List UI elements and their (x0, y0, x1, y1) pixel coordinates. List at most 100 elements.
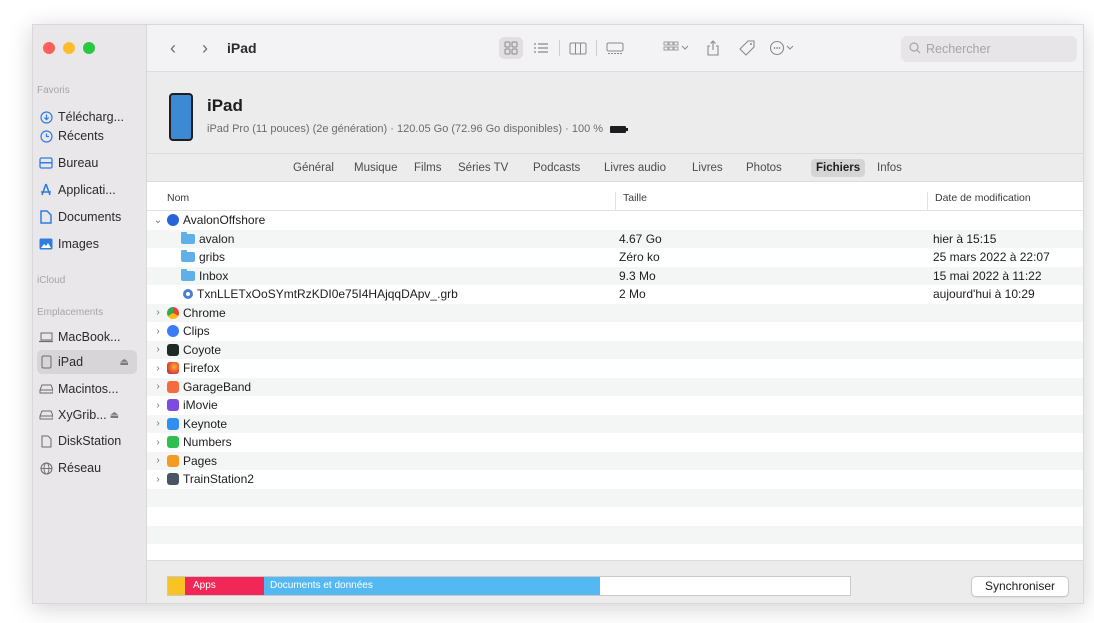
tab-podcasts[interactable]: Podcasts (528, 159, 585, 177)
sidebar-item-images[interactable]: Images (37, 232, 137, 256)
sidebar-item-documents[interactable]: Documents (37, 205, 137, 229)
document-icon (39, 210, 53, 224)
column-headers: Nom Taille Date de modification (147, 182, 1083, 211)
column-header-date[interactable]: Date de modification (935, 192, 1031, 204)
server-icon (39, 434, 53, 448)
sidebar-item-xygrib[interactable]: XyGrib... ⏏ (37, 403, 137, 427)
device-details: iPad Pro (11 pouces) (2e génération) · 1… (207, 123, 604, 135)
sidebar-section-favoris: Favoris (37, 85, 70, 96)
tab-films[interactable]: Films (409, 159, 446, 177)
sync-button[interactable]: Synchroniser (971, 576, 1069, 597)
table-row-gribs[interactable]: gribs Zéro ko 25 mars 2022 à 22:07 (147, 248, 1083, 267)
disclosure-closed-icon[interactable]: › (153, 418, 163, 429)
disclosure-open-icon[interactable]: ⌄ (153, 215, 163, 226)
sidebar-item-bureau[interactable]: Bureau (37, 151, 137, 175)
garageband-app-icon (167, 380, 179, 393)
sidebar-item-label: Documents (58, 210, 122, 224)
disclosure-closed-icon[interactable]: › (153, 307, 163, 318)
folder-icon (181, 268, 195, 281)
toolbar-actions (499, 37, 795, 59)
column-divider[interactable] (615, 192, 616, 210)
table-row-chrome[interactable]: › Chrome (147, 303, 1083, 322)
ipad-icon (39, 355, 53, 369)
sidebar-item-diskstation[interactable]: DiskStation (37, 429, 137, 453)
table-row-grb-file[interactable]: TxnLLETxOoSYmtRzKDI0e75I4HAjqqDApv_.grb … (147, 285, 1083, 304)
disk-icon (39, 408, 53, 422)
column-header-size[interactable]: Taille (623, 192, 647, 204)
eject-icon[interactable]: ⏏ (110, 410, 119, 421)
table-row-numbers[interactable]: › Numbers (147, 433, 1083, 452)
tab-infos[interactable]: Infos (872, 159, 907, 177)
disclosure-closed-icon[interactable]: › (153, 474, 163, 485)
folder-icon (181, 250, 195, 262)
tab-series-tv[interactable]: Séries TV (453, 159, 513, 177)
pages-app-icon (167, 454, 179, 467)
column-view-icon[interactable] (566, 37, 590, 59)
sidebar-item-recents[interactable]: Récents (37, 124, 137, 148)
grib-file-icon (183, 289, 193, 299)
table-row-coyote[interactable]: › Coyote (147, 340, 1083, 359)
table-row-clips[interactable]: › Clips (147, 322, 1083, 341)
table-row-inbox[interactable]: Inbox 9.3 Mo 15 mai 2022 à 11:22 (147, 266, 1083, 285)
imovie-app-icon (167, 399, 179, 411)
icon-view-icon[interactable] (499, 37, 523, 59)
table-row-avalon[interactable]: avalon 4.67 Go hier à 15:15 (147, 229, 1083, 248)
sidebar-item-ipad[interactable]: iPad ⏏ (37, 350, 137, 374)
sidebar-item-reseau[interactable]: Réseau (37, 456, 137, 480)
sidebar-item-macbook[interactable]: MacBook... (37, 325, 137, 349)
group-by-icon[interactable] (663, 37, 689, 59)
back-button[interactable]: ‹ (161, 38, 185, 59)
eject-icon[interactable]: ⏏ (120, 357, 129, 368)
ipad-device-icon (169, 93, 193, 141)
table-row-imovie[interactable]: › iMovie (147, 396, 1083, 415)
tab-general[interactable]: Général (288, 159, 339, 177)
sidebar-item-label: Images (58, 237, 99, 251)
numbers-app-icon (167, 436, 179, 448)
disclosure-closed-icon[interactable]: › (153, 363, 163, 374)
file-list: Nom Taille Date de modification ⌄ AvalonO… (147, 182, 1083, 560)
empty-row (147, 525, 1083, 544)
share-icon[interactable] (701, 37, 725, 59)
table-row-pages[interactable]: › Pages (147, 451, 1083, 470)
table-row-avalonoffshore[interactable]: ⌄ AvalonOffshore (147, 211, 1083, 230)
keynote-app-icon (167, 417, 179, 430)
empty-row (147, 488, 1083, 507)
window-title: iPad (227, 40, 257, 56)
disclosure-closed-icon[interactable]: › (153, 344, 163, 355)
disclosure-closed-icon[interactable]: › (153, 455, 163, 466)
firefox-app-icon (167, 362, 179, 374)
table-row-garageband[interactable]: › GarageBand (147, 377, 1083, 396)
zoom-button[interactable] (83, 42, 95, 54)
list-view-icon[interactable] (529, 37, 553, 59)
disclosure-closed-icon[interactable]: › (153, 326, 163, 337)
disclosure-closed-icon[interactable]: › (153, 437, 163, 448)
column-header-name[interactable]: Nom (167, 192, 189, 204)
table-row-trainstation2[interactable]: › TrainStation2 (147, 470, 1083, 489)
tag-icon[interactable] (735, 37, 759, 59)
tab-bar: Général Musique Films Séries TV Podcasts… (147, 154, 1083, 182)
tab-livres-audio[interactable]: Livres audio (599, 159, 671, 177)
column-divider[interactable] (927, 192, 928, 210)
toolbar: ‹ › iPad Rechercher (147, 25, 1083, 72)
sidebar-item-applications[interactable]: Applicati... (37, 178, 137, 202)
gallery-view-icon[interactable] (603, 37, 627, 59)
tab-fichiers[interactable]: Fichiers (811, 159, 866, 177)
laptop-icon (39, 330, 53, 344)
disclosure-closed-icon[interactable]: › (153, 381, 163, 392)
table-row-keynote[interactable]: › Keynote (147, 414, 1083, 433)
sidebar-item-macintosh[interactable]: Macintos... (37, 377, 137, 401)
forward-button[interactable]: › (193, 38, 217, 59)
sidebar-item-label: Réseau (58, 461, 102, 475)
clock-icon (39, 129, 53, 143)
search-input[interactable]: Rechercher (901, 36, 1077, 62)
table-row-firefox[interactable]: › Firefox (147, 359, 1083, 378)
search-placeholder: Rechercher (926, 42, 991, 56)
more-actions-icon[interactable] (769, 37, 795, 59)
tab-livres[interactable]: Livres (687, 159, 728, 177)
minimize-button[interactable] (63, 42, 75, 54)
applications-icon (39, 183, 53, 197)
close-button[interactable] (43, 42, 55, 54)
tab-photos[interactable]: Photos (741, 159, 787, 177)
tab-musique[interactable]: Musique (349, 159, 402, 177)
disclosure-closed-icon[interactable]: › (153, 400, 163, 411)
